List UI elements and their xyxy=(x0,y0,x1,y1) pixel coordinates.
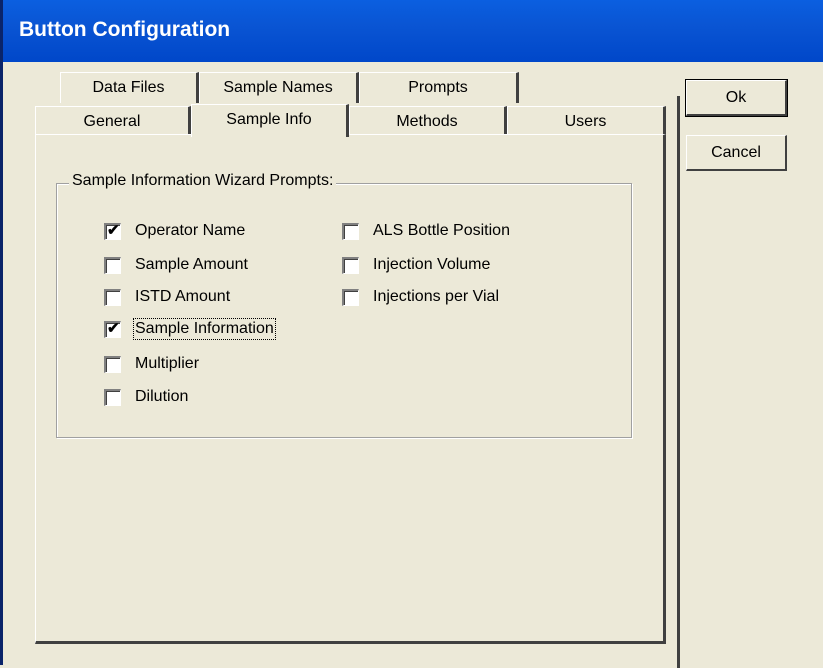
checkbox-label: ISTD Amount xyxy=(135,288,231,305)
checkbox-box[interactable] xyxy=(342,288,359,306)
checkbox-istd-amount[interactable]: ISTD Amount xyxy=(104,288,230,306)
checkbox-box[interactable] xyxy=(342,256,359,274)
tab-label: Users xyxy=(564,113,607,130)
checkbox-label: ALS Bottle Position xyxy=(373,222,510,239)
checkbox-label: Sample Amount xyxy=(135,256,248,273)
checkbox-injection-volume[interactable]: Injection Volume xyxy=(342,256,490,274)
checkbox-sample-amount[interactable]: Sample Amount xyxy=(104,256,248,274)
checkbox-box[interactable] xyxy=(104,288,121,306)
tab-users[interactable]: Users xyxy=(507,106,666,137)
tab-general[interactable]: General xyxy=(35,106,191,137)
tab-sample-names[interactable]: Sample Names xyxy=(199,72,359,103)
checkbox-label: Injections per Vial xyxy=(373,288,499,305)
checkbox-operator-name[interactable]: ✔ Operator Name xyxy=(104,222,245,240)
tab-label: Sample Names xyxy=(223,79,333,96)
tab-prompts[interactable]: Prompts xyxy=(359,72,519,103)
group-label: Sample Information Wizard Prompts: xyxy=(69,172,337,190)
tab-sample-info[interactable]: Sample Info xyxy=(191,104,349,137)
tab-label: Sample Info xyxy=(226,111,312,128)
cancel-button-label: Cancel xyxy=(711,144,761,161)
checkbox-box[interactable] xyxy=(104,388,121,406)
ok-button[interactable]: Ok xyxy=(685,79,788,117)
checkbox-box[interactable] xyxy=(104,256,121,274)
tab-label: Methods xyxy=(396,113,458,130)
checkbox-dilution[interactable]: Dilution xyxy=(104,388,188,406)
checkbox-label: Injection Volume xyxy=(373,256,491,273)
checkbox-sample-information[interactable]: ✔ Sample Information xyxy=(104,318,276,340)
checkbox-box[interactable]: ✔ xyxy=(104,319,121,338)
checkbox-als-bottle-position[interactable]: ALS Bottle Position xyxy=(342,222,510,240)
dialog-window: Button Configuration Data Files Sample N… xyxy=(0,0,823,668)
check-mark-icon: ✔ xyxy=(107,221,120,239)
checkbox-multiplier[interactable]: Multiplier xyxy=(104,355,199,373)
title-bar[interactable]: Button Configuration xyxy=(3,0,823,62)
checkbox-box[interactable] xyxy=(342,222,359,240)
cancel-button[interactable]: Cancel xyxy=(686,135,787,171)
tab-label: Data Files xyxy=(92,79,165,96)
checkbox-injections-per-vial[interactable]: Injections per Vial xyxy=(342,288,499,306)
check-mark-icon: ✔ xyxy=(107,319,120,337)
checkbox-label: Dilution xyxy=(135,388,189,405)
tab-data-files[interactable]: Data Files xyxy=(60,72,199,103)
tab-methods[interactable]: Methods xyxy=(349,106,507,137)
tab-label: Prompts xyxy=(408,79,468,96)
checkbox-label: Operator Name xyxy=(135,222,246,239)
ok-button-label: Ok xyxy=(725,89,747,106)
checkbox-box[interactable]: ✔ xyxy=(104,221,121,240)
window-title: Button Configuration xyxy=(19,18,231,41)
checkbox-box[interactable] xyxy=(104,355,121,373)
tab-label: General xyxy=(83,113,141,130)
checkbox-label: Sample Information xyxy=(133,318,276,340)
checkbox-label: Multiplier xyxy=(135,355,200,372)
